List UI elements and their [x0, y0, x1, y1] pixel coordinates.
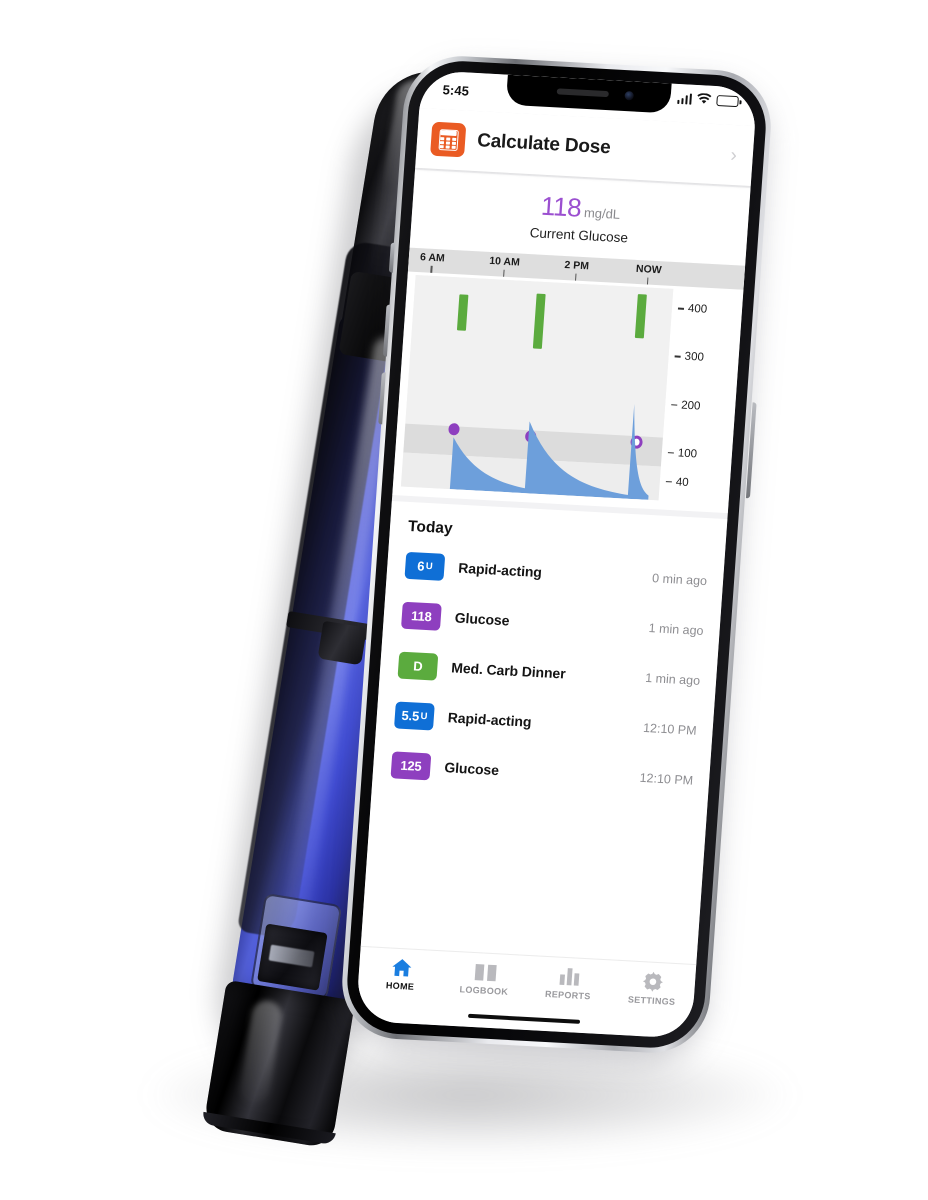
- y-axis-tick-label: 200: [680, 399, 701, 413]
- today-rows: 6 U Rapid-acting 0 min ago 118 Glucose 1 min a…: [372, 539, 725, 807]
- book-icon: [474, 964, 497, 982]
- glucose-badge: 118: [401, 601, 442, 631]
- page-title: Calculate Dose: [476, 130, 612, 159]
- list-item-label: Glucose: [454, 609, 510, 629]
- glucose-badge: 125: [390, 750, 432, 780]
- list-item-time: 12:10 PM: [642, 720, 698, 738]
- x-axis-tick-mark: [647, 277, 649, 285]
- today-list: Today 6 U Rapid-acting 0 min ago 118 Glucose 1…: [360, 500, 728, 965]
- tab-reports-label: REPORTS: [544, 988, 591, 1002]
- tab-settings[interactable]: SETTINGS: [609, 970, 695, 1008]
- list-item-time: 1 min ago: [648, 621, 705, 639]
- x-axis-tick-mark: [574, 273, 577, 281]
- chart-plot-area: [400, 274, 674, 501]
- bar-chart-icon: [559, 968, 579, 986]
- x-axis-tick-label: 6 AM: [419, 251, 446, 265]
- list-item-time: 12:10 PM: [639, 770, 694, 788]
- status-time: 5:45: [442, 82, 470, 99]
- badge-unit: U: [420, 710, 428, 722]
- chevron-right-icon[interactable]: ›: [730, 144, 740, 165]
- glucose-unit: mg/dL: [583, 205, 621, 222]
- insulin-on-board-area: [449, 403, 649, 500]
- list-item-time: 1 min ago: [644, 670, 701, 688]
- calculator-icon: [430, 121, 467, 158]
- tab-logbook[interactable]: LOGBOOK: [442, 960, 528, 997]
- gear-icon: [642, 971, 663, 992]
- x-axis-tick-mark: [502, 269, 505, 277]
- insulin-badge: 6U: [404, 551, 446, 581]
- chart-y-axis: 400 300 200 100 40: [665, 289, 742, 504]
- y-axis-tick-mark: [667, 451, 674, 454]
- y-axis-tick-label: 40: [675, 476, 690, 489]
- scene: 5:45 Calculate Dose › 118mg/dL Current G…: [0, 0, 928, 1200]
- list-item-label: Med. Carb Dinner: [450, 659, 567, 682]
- tab-home-label: HOME: [385, 980, 415, 992]
- earpiece-speaker: [556, 88, 609, 98]
- y-axis-tick-label: 300: [684, 351, 705, 365]
- x-axis-tick-label: 10 AM: [488, 254, 521, 269]
- y-axis-tick-mark: [665, 480, 672, 483]
- y-axis-tick-label: 400: [687, 303, 708, 317]
- y-axis-tick-label: 100: [677, 447, 698, 461]
- front-camera: [624, 91, 635, 101]
- battery-full-icon: [716, 94, 739, 107]
- insulin-badge: 5.5 U: [394, 700, 435, 731]
- y-axis-tick-mark: [677, 307, 685, 310]
- carb-badge: D: [397, 651, 439, 681]
- y-axis-tick-mark: [674, 355, 681, 358]
- badge-unit: U: [425, 560, 433, 572]
- x-axis-tick-mark: [430, 265, 433, 273]
- list-item-label: Rapid-acting: [447, 709, 532, 730]
- tab-home[interactable]: HOME: [358, 956, 444, 993]
- y-axis-tick-mark: [671, 403, 678, 406]
- tab-logbook-label: LOGBOOK: [459, 984, 509, 997]
- x-axis-tick-label: NOW: [635, 262, 663, 277]
- tab-reports[interactable]: REPORTS: [526, 965, 612, 1002]
- tab-settings-label: SETTINGS: [627, 994, 676, 1007]
- cellular-signal-icon: [676, 92, 693, 105]
- wifi-icon: [697, 93, 712, 104]
- pen-clip: [317, 620, 368, 666]
- phone-screen: 5:45 Calculate Dose › 118mg/dL Current G…: [355, 70, 758, 1039]
- home-icon: [391, 959, 411, 977]
- smartphone: 5:45 Calculate Dose › 118mg/dL Current G…: [337, 53, 776, 1071]
- list-item-label: Glucose: [443, 759, 500, 779]
- glucose-value: 118: [540, 190, 583, 223]
- list-item-time: 0 min ago: [651, 571, 708, 589]
- x-axis-tick-label: 2 PM: [564, 259, 590, 273]
- glucose-chart[interactable]: 6 AM 10 AM 2 PM NOW 400 300 200 100 40: [392, 247, 746, 514]
- list-item-label: Rapid-acting: [457, 559, 543, 581]
- status-icons: [676, 92, 739, 107]
